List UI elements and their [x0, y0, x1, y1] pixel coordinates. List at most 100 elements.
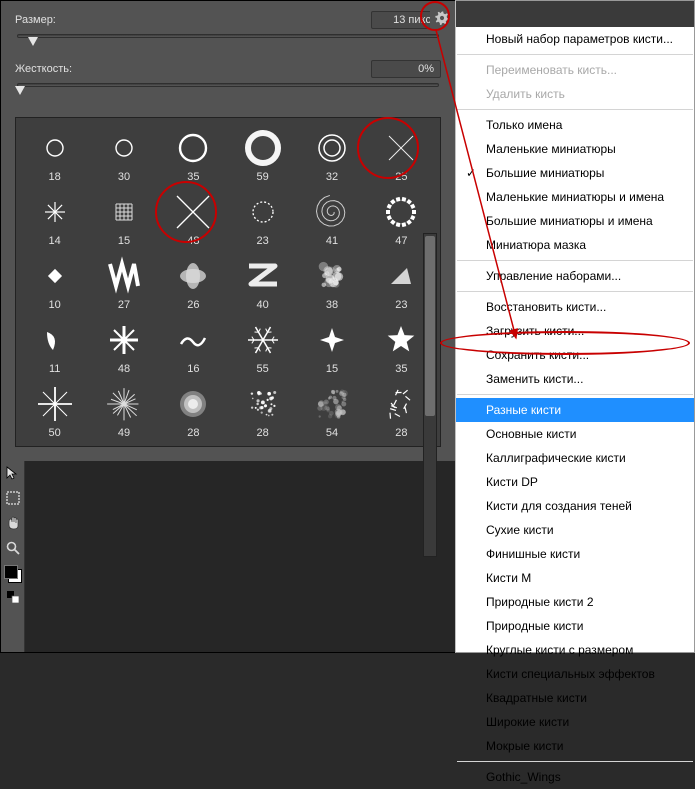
menu-item[interactable]: Маленькие миниатюры: [456, 137, 694, 161]
menu-item[interactable]: Природные кисти 2: [456, 590, 694, 614]
brush-size-label: 50: [49, 427, 61, 439]
menu-item[interactable]: Кисти для создания теней: [456, 494, 694, 518]
brush-size-label: 32: [326, 171, 338, 183]
brush-preset[interactable]: 30: [89, 122, 158, 186]
brush-thumbnail: [31, 382, 79, 426]
menu-item[interactable]: Основные кисти: [456, 422, 694, 446]
menu-item[interactable]: Большие миниатюры✓: [456, 161, 694, 185]
brush-thumbnail: [169, 254, 217, 298]
brush-size-label: 27: [118, 299, 130, 311]
brush-preset[interactable]: 14: [20, 186, 89, 250]
brush-size-label: 28: [187, 427, 199, 439]
brush-size-label: 47: [395, 235, 407, 247]
brush-size-label: 23: [257, 235, 269, 247]
brush-preset[interactable]: 55: [228, 314, 297, 378]
brush-preset[interactable]: 25: [367, 122, 436, 186]
brush-thumbnail: [31, 254, 79, 298]
brush-preset[interactable]: 59: [228, 122, 297, 186]
brush-preset[interactable]: 48: [159, 186, 228, 250]
brush-thumbnail: [239, 190, 287, 234]
menu-item[interactable]: Новый набор параметров кисти...: [456, 27, 694, 51]
brush-size-label: 35: [395, 363, 407, 375]
size-slider-thumb[interactable]: [28, 37, 38, 46]
brush-preset[interactable]: 50: [20, 378, 89, 442]
menu-item: Удалить кисть: [456, 82, 694, 106]
menu-item[interactable]: Широкие кисти: [456, 710, 694, 734]
hardness-value-field[interactable]: 0%: [371, 60, 441, 78]
menu-item[interactable]: Заменить кисти...: [456, 367, 694, 391]
menu-item[interactable]: Разные кисти: [456, 398, 694, 422]
brush-preset[interactable]: 16: [159, 314, 228, 378]
brush-preset[interactable]: 27: [89, 250, 158, 314]
brush-preset[interactable]: 23: [228, 186, 297, 250]
brush-thumbnail: [239, 126, 287, 170]
brush-size-label: 15: [326, 363, 338, 375]
menu-item[interactable]: Gothic_Wings: [456, 765, 694, 789]
brush-thumbnail: [169, 190, 217, 234]
color-swatch[interactable]: [4, 565, 22, 583]
move-cursor-icon[interactable]: [5, 465, 21, 484]
menu-item[interactable]: Сухие кисти: [456, 518, 694, 542]
brush-preset[interactable]: 32: [297, 122, 366, 186]
menu-item[interactable]: Сохранить кисти...: [456, 343, 694, 367]
gear-button[interactable]: [430, 6, 454, 30]
marquee-icon[interactable]: [5, 490, 21, 509]
brush-preset[interactable]: 26: [159, 250, 228, 314]
scrollbar-thumb[interactable]: [425, 236, 435, 416]
brush-preset[interactable]: 28: [159, 378, 228, 442]
brush-size-label: 14: [49, 235, 61, 247]
size-slider[interactable]: [15, 34, 441, 48]
brush-thumbnail: [308, 318, 356, 362]
brush-preset[interactable]: 10: [20, 250, 89, 314]
brush-thumbnail: [100, 190, 148, 234]
hardness-slider[interactable]: [15, 83, 441, 97]
brush-preset[interactable]: 54: [297, 378, 366, 442]
menu-item[interactable]: Кисти M: [456, 566, 694, 590]
brush-preset[interactable]: 48: [89, 314, 158, 378]
brush-size-label: 48: [187, 235, 199, 247]
brush-thumbnail: [377, 190, 425, 234]
hardness-slider-thumb[interactable]: [15, 86, 25, 95]
brush-preset[interactable]: 11: [20, 314, 89, 378]
brush-preset[interactable]: 18: [20, 122, 89, 186]
menu-item[interactable]: Квадратные кисти: [456, 686, 694, 710]
brush-thumbnail: [31, 318, 79, 362]
brush-flyout-menu: Новый набор параметров кисти...Переимено…: [456, 27, 694, 789]
menu-item[interactable]: Миниатюра мазка: [456, 233, 694, 257]
menu-item[interactable]: Управление наборами...: [456, 264, 694, 288]
menu-item[interactable]: Кисти специальных эффектов: [456, 662, 694, 686]
menu-item[interactable]: Природные кисти: [456, 614, 694, 638]
menu-separator: [457, 291, 693, 292]
menu-item[interactable]: Круглые кисти с размером: [456, 638, 694, 662]
menu-separator: [457, 54, 693, 55]
menu-item[interactable]: Восстановить кисти...: [456, 295, 694, 319]
gear-icon: [434, 10, 450, 26]
brush-preset[interactable]: 28: [228, 378, 297, 442]
brush-size-label: 41: [326, 235, 338, 247]
brush-grid-scrollbar[interactable]: [423, 233, 437, 557]
brush-thumbnail: [239, 318, 287, 362]
hand-icon[interactable]: [5, 515, 21, 534]
brush-preset[interactable]: 35: [159, 122, 228, 186]
brush-preset[interactable]: 41: [297, 186, 366, 250]
menu-item[interactable]: Кисти DP: [456, 470, 694, 494]
menu-item[interactable]: Большие миниатюры и имена: [456, 209, 694, 233]
menu-item[interactable]: Мокрые кисти: [456, 734, 694, 758]
menu-item[interactable]: Финишные кисти: [456, 542, 694, 566]
menu-separator: [457, 394, 693, 395]
brush-thumbnail: [169, 318, 217, 362]
zoom-icon[interactable]: [5, 540, 21, 559]
brush-preset[interactable]: 40: [228, 250, 297, 314]
brush-size-label: 28: [257, 427, 269, 439]
brush-preset[interactable]: 38: [297, 250, 366, 314]
brush-preset[interactable]: 15: [89, 186, 158, 250]
brush-preset-grid[interactable]: 1830355932251415482341471027264038231148…: [15, 117, 441, 447]
brush-size-label: 11: [49, 363, 60, 375]
color-reset-icon[interactable]: [5, 589, 21, 608]
menu-item[interactable]: Каллиграфические кисти: [456, 446, 694, 470]
brush-preset[interactable]: 49: [89, 378, 158, 442]
menu-item[interactable]: Только имена: [456, 113, 694, 137]
menu-item[interactable]: Маленькие миниатюры и имена: [456, 185, 694, 209]
brush-preset[interactable]: 15: [297, 314, 366, 378]
menu-item[interactable]: Загрузить кисти...: [456, 319, 694, 343]
